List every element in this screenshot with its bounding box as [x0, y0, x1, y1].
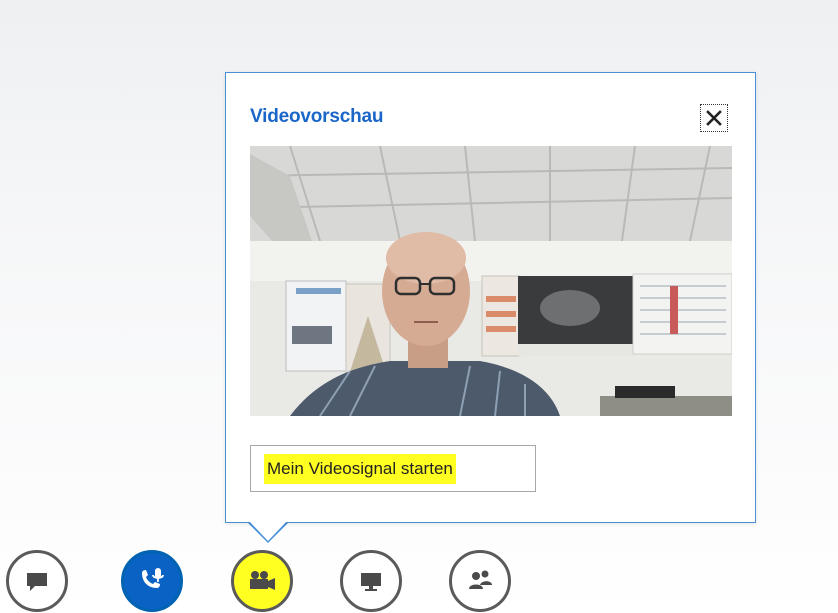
participants-button[interactable]	[449, 550, 511, 612]
video-preview-popup: Videovorschau Mein Videosignal starten	[225, 72, 756, 523]
camera-preview-image	[250, 146, 732, 416]
chat-bubble-icon	[27, 573, 47, 591]
conversation-window: Videovorschau Mein Videosignal starten	[0, 0, 838, 613]
start-video-button-label: Mein Videosignal starten	[264, 453, 456, 484]
people-icon	[469, 570, 492, 589]
popup-title: Videovorschau	[250, 106, 384, 127]
call-button[interactable]	[121, 550, 183, 612]
video-camera-icon	[250, 571, 275, 590]
phone-microphone-icon	[142, 568, 164, 588]
close-icon	[706, 110, 722, 126]
monitor-present-icon	[361, 573, 381, 591]
start-video-button[interactable]: Mein Videosignal starten	[250, 445, 536, 492]
close-button[interactable]	[700, 104, 728, 132]
present-button[interactable]	[340, 550, 402, 612]
preview-scene	[250, 146, 732, 416]
video-button[interactable]	[231, 550, 293, 612]
chat-button[interactable]	[6, 550, 68, 612]
popup-pointer-fill	[249, 521, 287, 541]
